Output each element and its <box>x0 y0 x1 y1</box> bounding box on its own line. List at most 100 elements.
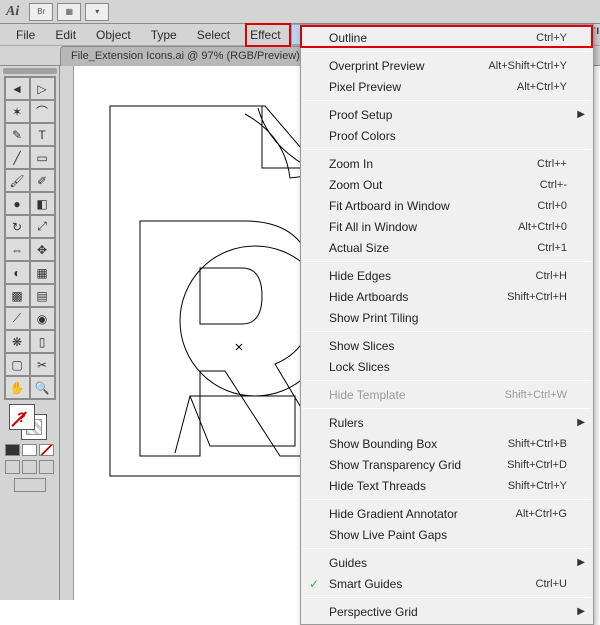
menu-item-label: Show Bounding Box <box>329 437 437 451</box>
menu-item-hide-artboards[interactable]: Hide ArtboardsShift+Ctrl+H <box>301 286 593 307</box>
menu-edit[interactable]: Edit <box>45 24 86 45</box>
menu-item-fit-all-in-window[interactable]: Fit All in WindowAlt+Ctrl+0 <box>301 216 593 237</box>
document-tab[interactable]: File_Extension Icons.ai @ 97% (RGB/Previ… <box>60 46 323 66</box>
paintbrush-tool[interactable]: 🖌 <box>5 169 30 192</box>
width-tool[interactable]: ⇔ <box>5 238 30 261</box>
gradient-tool[interactable]: ▤ <box>30 284 55 307</box>
draw-behind-icon[interactable] <box>22 460 37 474</box>
check-icon: ✓ <box>309 577 319 591</box>
draw-normal-icon[interactable] <box>5 460 20 474</box>
menu-item-label: Show Transparency Grid <box>329 458 461 472</box>
menu-item-show-live-paint-gaps[interactable]: Show Live Paint Gaps <box>301 524 593 545</box>
fill-swatch[interactable]: ? <box>9 404 35 430</box>
eraser-tool[interactable]: ◧ <box>30 192 55 215</box>
menu-separator <box>303 261 591 262</box>
bridge-button[interactable]: Br <box>29 3 53 21</box>
draw-inside-icon[interactable] <box>39 460 54 474</box>
menu-item-perspective-grid[interactable]: Perspective Grid ▶ <box>301 601 593 622</box>
scale-tool[interactable]: ⤢ <box>30 215 55 238</box>
menu-item-show-slices[interactable]: Show Slices <box>301 335 593 356</box>
menu-item-label: Show Slices <box>329 339 394 353</box>
line-tool[interactable]: ╱ <box>5 146 30 169</box>
menu-item-lock-slices[interactable]: Lock Slices <box>301 356 593 377</box>
menu-item-fit-artboard-in-window[interactable]: Fit Artboard in WindowCtrl+0 <box>301 195 593 216</box>
menu-type[interactable]: Type <box>141 24 187 45</box>
color-none-icon[interactable] <box>39 444 54 456</box>
menu-item-label: Fit All in Window <box>329 220 417 234</box>
menu-shortcut: Ctrl++ <box>537 158 567 170</box>
perspective-grid-tool[interactable]: ▦ <box>30 261 55 284</box>
menu-item-label: Outline <box>329 31 367 45</box>
menu-shortcut: Ctrl+- <box>540 179 567 191</box>
type-tool[interactable]: T <box>30 123 55 146</box>
hand-tool[interactable]: ✋ <box>5 376 30 399</box>
eyedropper-tool[interactable]: ⟋ <box>5 307 30 330</box>
panel-grip[interactable] <box>3 68 57 74</box>
lasso-tool[interactable]: ⌒ <box>30 100 55 123</box>
menu-item-hide-gradient-annotator[interactable]: Hide Gradient AnnotatorAlt+Ctrl+G <box>301 503 593 524</box>
menu-file[interactable]: File <box>6 24 45 45</box>
menu-item-show-print-tiling[interactable]: Show Print Tiling <box>301 307 593 328</box>
app-header: Ai Br ▦ ▾ <box>0 0 600 24</box>
color-gradient-icon[interactable] <box>22 444 37 456</box>
menu-shortcut: Shift+Ctrl+D <box>507 459 567 471</box>
menu-object[interactable]: Object <box>86 24 141 45</box>
menu-effect[interactable]: Effect <box>240 24 290 45</box>
tool-panel: ◄▷✶⌒✎T╱▭🖌✐●◧↻⤢⇔✥◐▦▩▤⟋◉❋▯▢✂✋🔍 <box>4 76 56 400</box>
fill-stroke-swatch[interactable]: ? <box>5 402 55 442</box>
menu-item-overprint-preview[interactable]: Overprint Preview Alt+Shift+Ctrl+Y <box>301 55 593 76</box>
blend-tool[interactable]: ◉ <box>30 307 55 330</box>
menu-item-hide-edges[interactable]: Hide EdgesCtrl+H <box>301 265 593 286</box>
menu-shortcut: Alt+Ctrl+Y <box>517 81 567 93</box>
menu-shortcut: Ctrl+Y <box>536 32 567 44</box>
menu-separator <box>303 380 591 381</box>
menu-item-smart-guides[interactable]: ✓Smart GuidesCtrl+U <box>301 573 593 594</box>
free-transform-tool[interactable]: ✥ <box>30 238 55 261</box>
arrange-button[interactable]: ▦ <box>57 3 81 21</box>
menu-item-label: Perspective Grid <box>329 605 418 619</box>
menu-shortcut: Alt+Shift+Ctrl+Y <box>488 60 567 72</box>
menu-select[interactable]: Select <box>187 24 240 45</box>
rotate-tool[interactable]: ↻ <box>5 215 30 238</box>
ruler-vertical <box>60 66 74 600</box>
artboard-tool[interactable]: ▢ <box>5 353 30 376</box>
menu-item-pixel-preview[interactable]: Pixel PreviewAlt+Ctrl+Y <box>301 76 593 97</box>
app-logo: Ai <box>6 4 19 20</box>
menu-item-proof-setup[interactable]: Proof Setup▶ <box>301 104 593 125</box>
menu-shortcut: Ctrl+1 <box>537 242 567 254</box>
menu-item-outline[interactable]: Outline Ctrl+Y <box>301 27 593 48</box>
color-fill-icon[interactable] <box>5 444 20 456</box>
menu-item-hide-text-threads[interactable]: Hide Text ThreadsShift+Ctrl+Y <box>301 475 593 496</box>
shape-builder-tool[interactable]: ◐ <box>5 261 30 284</box>
menu-item-guides[interactable]: Guides▶ <box>301 552 593 573</box>
menu-item-label: Zoom Out <box>329 178 382 192</box>
slice-tool[interactable]: ✂ <box>30 353 55 376</box>
menu-separator <box>303 499 591 500</box>
menu-item-label: Overprint Preview <box>329 59 424 73</box>
magic-wand-tool[interactable]: ✶ <box>5 100 30 123</box>
direct-selection-tool[interactable]: ▷ <box>30 77 55 100</box>
column-graph-tool[interactable]: ▯ <box>30 330 55 353</box>
menu-separator <box>303 408 591 409</box>
mesh-tool[interactable]: ▩ <box>5 284 30 307</box>
selection-tool[interactable]: ◄ <box>5 77 30 100</box>
menu-item-label: Hide Text Threads <box>329 479 426 493</box>
pencil-tool[interactable]: ✐ <box>30 169 55 192</box>
document-tab-label: File_Extension Icons.ai @ 97% (RGB/Previ… <box>71 50 300 62</box>
menu-item-rulers[interactable]: Rulers▶ <box>301 412 593 433</box>
menu-item-zoom-in[interactable]: Zoom InCtrl++ <box>301 153 593 174</box>
menu-item-actual-size[interactable]: Actual SizeCtrl+1 <box>301 237 593 258</box>
header-dropdown-button[interactable]: ▾ <box>85 3 109 21</box>
menu-item-proof-colors[interactable]: Proof Colors <box>301 125 593 146</box>
rectangle-tool[interactable]: ▭ <box>30 146 55 169</box>
menu-item-show-bounding-box[interactable]: Show Bounding BoxShift+Ctrl+B <box>301 433 593 454</box>
symbol-sprayer-tool[interactable]: ❋ <box>5 330 30 353</box>
zoom-tool[interactable]: 🔍 <box>30 376 55 399</box>
menu-item-show-transparency-grid[interactable]: Show Transparency Grid Shift+Ctrl+D <box>301 454 593 475</box>
screen-mode-button[interactable] <box>14 478 46 492</box>
menu-item-zoom-out[interactable]: Zoom Out Ctrl+- <box>301 174 593 195</box>
submenu-arrow-icon: ▶ <box>577 109 585 120</box>
pen-tool[interactable]: ✎ <box>5 123 30 146</box>
submenu-arrow-icon: ▶ <box>577 606 585 617</box>
blob-brush-tool[interactable]: ● <box>5 192 30 215</box>
